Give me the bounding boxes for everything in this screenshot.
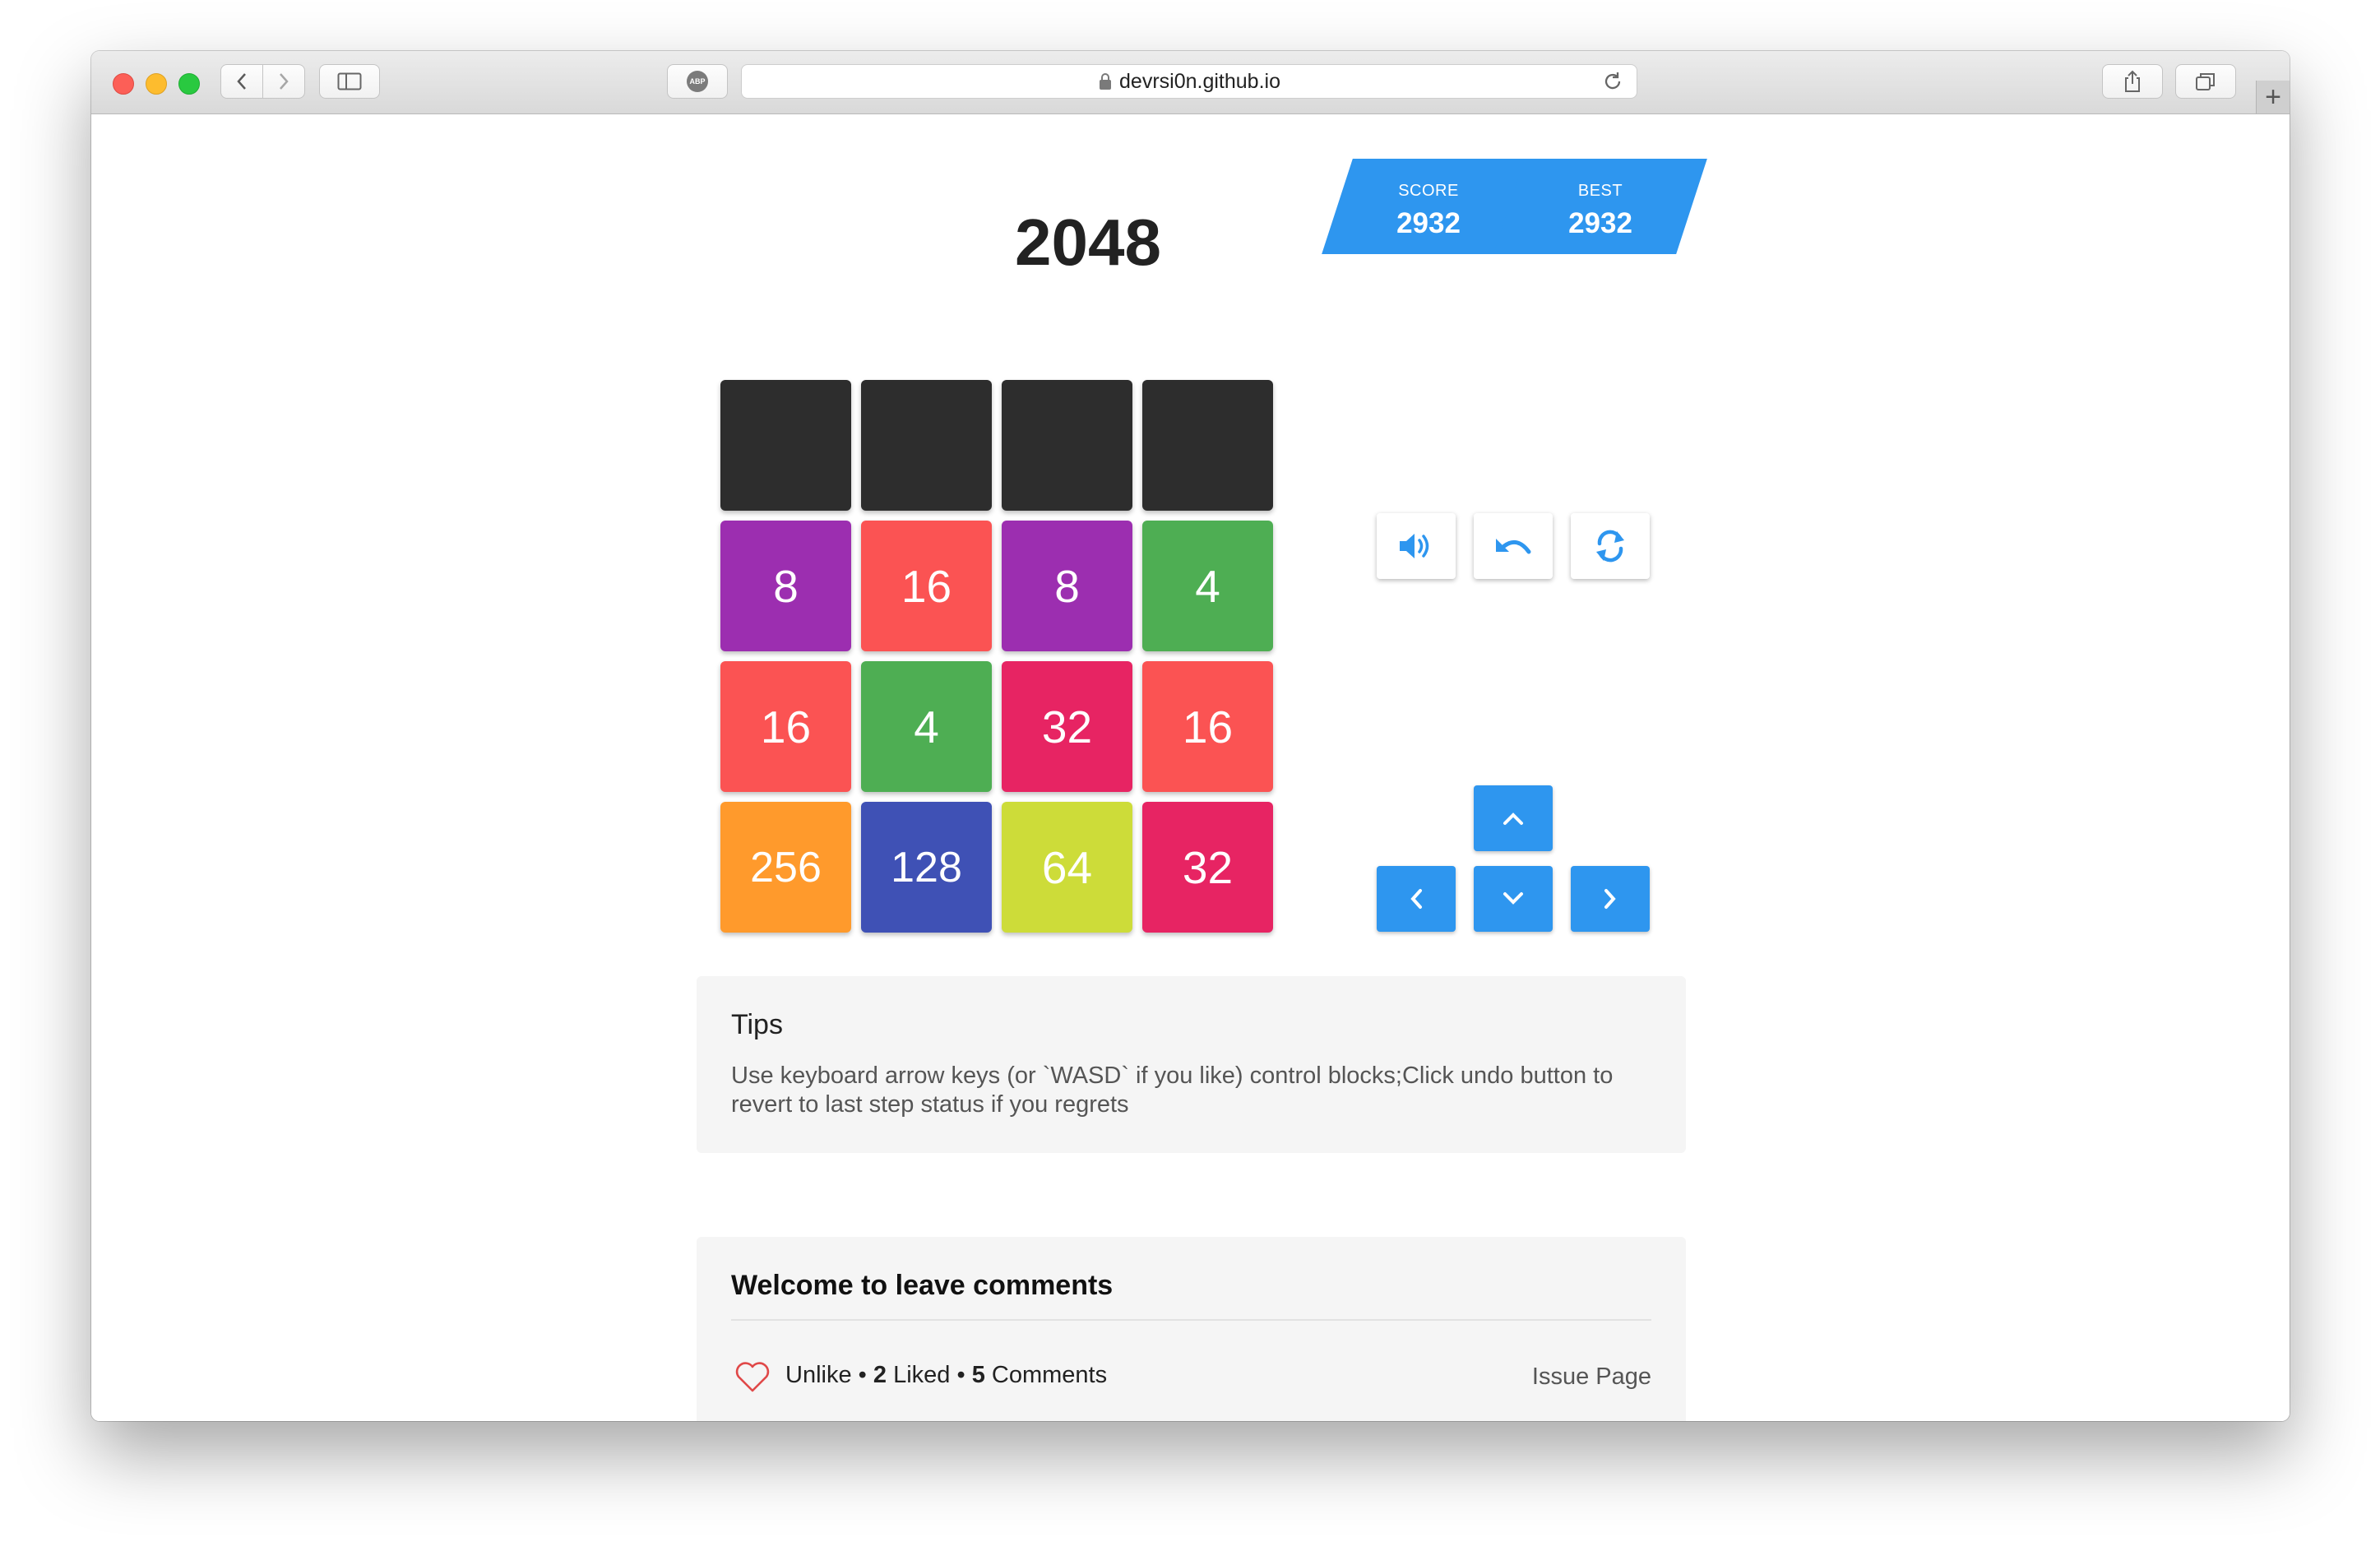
tile-16: 16	[1142, 661, 1273, 792]
address-bar[interactable]: devrsi0n.github.io	[741, 64, 1637, 99]
tile-16: 16	[861, 521, 992, 651]
move-left-button[interactable]	[1377, 866, 1456, 932]
score-value: 2932	[1396, 207, 1461, 239]
chevron-left-icon	[1410, 889, 1422, 909]
tile-4: 4	[1142, 521, 1273, 651]
score-box: SCORE 2932	[1322, 159, 1535, 254]
tile-8: 8	[720, 521, 851, 651]
chevron-right-icon	[1604, 889, 1616, 909]
tips-text: Use keyboard arrow keys (or `WASD` if yo…	[731, 1063, 1614, 1118]
empty-tile	[861, 380, 992, 511]
comments-meta: Unlike • 2 Liked • 5 Comments	[785, 1362, 1107, 1389]
chevron-up-icon	[1503, 813, 1523, 825]
undo-icon	[1496, 539, 1531, 554]
comment-label: Comments	[991, 1362, 1108, 1388]
tile-32: 32	[1142, 802, 1273, 933]
chevron-down-icon	[1503, 892, 1523, 905]
sidebar-button[interactable]	[319, 64, 380, 99]
empty-tile	[1142, 380, 1273, 511]
undo-button[interactable]	[1474, 513, 1553, 579]
score-label: SCORE	[1398, 182, 1459, 200]
page-content: 2048 SCORE 2932 BEST 2932 8 16 8 4 16 4 32 16 25…	[91, 114, 2290, 1421]
comments-card: Welcome to leave comments Unlike • 2 Lik…	[697, 1237, 1686, 1421]
game-title: 2048	[1015, 206, 1161, 279]
comments-title: Welcome to leave comments	[731, 1270, 1114, 1301]
tabs-overview-button[interactable]	[2175, 64, 2236, 99]
minimize-window-button[interactable]	[146, 73, 167, 95]
move-up-button[interactable]	[1474, 785, 1553, 851]
tabs-icon	[2196, 73, 2215, 90]
move-down-button[interactable]	[1474, 866, 1553, 932]
forward-button[interactable]	[262, 64, 305, 99]
url-text: devrsi0n.github.io	[1119, 69, 1280, 93]
comment-count: 5	[971, 1362, 985, 1388]
tile-32: 32	[1002, 661, 1132, 792]
tile-128: 128	[861, 802, 992, 933]
restart-button[interactable]	[1571, 513, 1650, 579]
tile-8: 8	[1002, 521, 1132, 651]
refresh-icon	[1596, 530, 1624, 563]
tile-4: 4	[861, 661, 992, 792]
sound-button[interactable]	[1377, 513, 1456, 579]
browser-window: ABP devrsi0n.github.io + 2048 SCORE 2932…	[91, 51, 2290, 1421]
liked-count: 2	[873, 1362, 887, 1388]
adblock-icon: ABP	[687, 71, 708, 92]
liked-label: Liked	[893, 1362, 951, 1388]
share-icon	[2125, 70, 2140, 92]
separator: •	[858, 1362, 867, 1388]
best-value: 2932	[1568, 207, 1632, 239]
sidebar-icon	[337, 72, 362, 90]
share-button[interactable]	[2102, 64, 2163, 99]
adblock-button[interactable]: ABP	[667, 64, 728, 99]
issue-page-link[interactable]: Issue Page	[1532, 1363, 1651, 1391]
divider	[731, 1319, 1651, 1321]
browser-toolbar: ABP devrsi0n.github.io +	[91, 51, 2290, 114]
empty-tile	[1002, 380, 1132, 511]
reload-icon[interactable]	[1602, 71, 1623, 92]
back-button[interactable]	[220, 64, 263, 99]
tile-256: 256	[720, 802, 851, 933]
best-label: BEST	[1577, 182, 1623, 200]
game-board[interactable]: 8 16 8 4 16 4 32 16 256 128 64 32	[720, 380, 1282, 942]
chevron-right-icon	[280, 73, 289, 90]
heart-icon[interactable]	[734, 1362, 771, 1393]
tile-64: 64	[1002, 802, 1132, 933]
separator: •	[956, 1362, 965, 1388]
tips-card: Tips Use keyboard arrow keys (or `WASD` …	[697, 976, 1686, 1153]
lock-icon	[1100, 73, 1112, 90]
best-score-box: BEST 2932	[1493, 159, 1707, 254]
close-window-button[interactable]	[113, 73, 134, 95]
new-tab-button[interactable]: +	[2256, 81, 2290, 113]
zoom-window-button[interactable]	[178, 73, 200, 95]
tile-16: 16	[720, 661, 851, 792]
volume-icon	[1400, 534, 1429, 558]
tips-title: Tips	[731, 1009, 783, 1040]
move-right-button[interactable]	[1571, 866, 1650, 932]
unlike-link[interactable]: Unlike	[785, 1362, 852, 1388]
chevron-left-icon	[237, 73, 246, 90]
empty-tile	[720, 380, 851, 511]
